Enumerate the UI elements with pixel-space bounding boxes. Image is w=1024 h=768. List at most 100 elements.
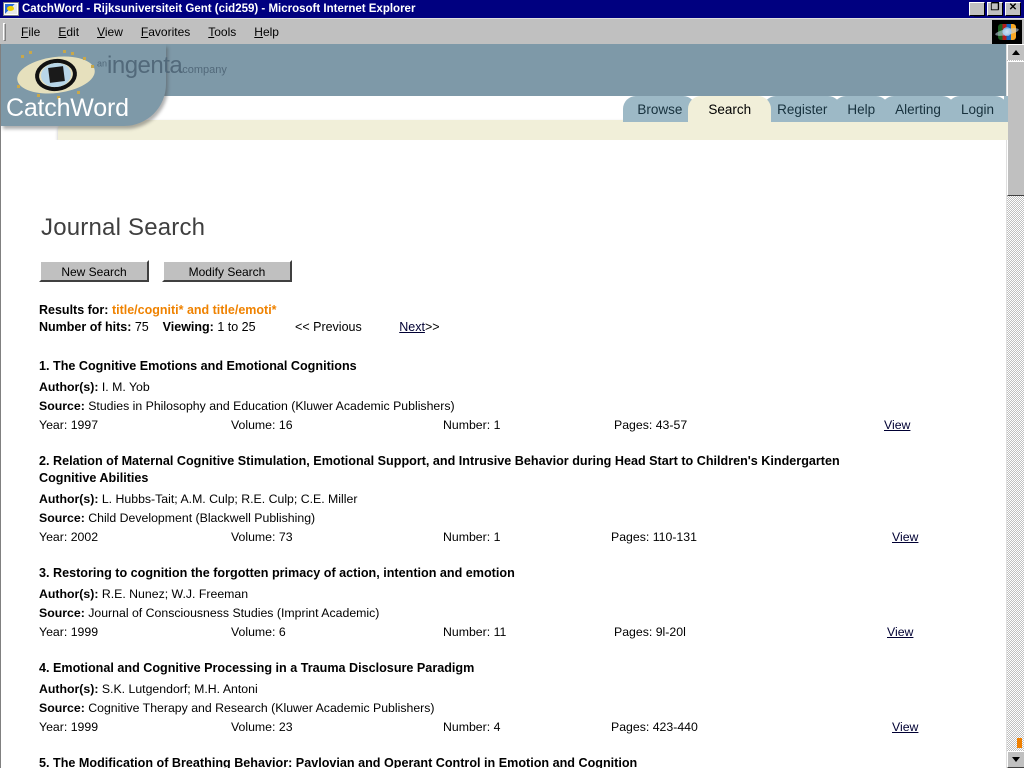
window-title-bar: CatchWord - Rijksuniversiteit Gent (cid2… [0, 0, 1024, 18]
results-query-line: Results for: title/cogniti* and title/em… [39, 302, 1008, 319]
menu-drag-grip[interactable] [3, 22, 6, 41]
site-banner: Browse Search Register Help Alerting Log… [1, 44, 1008, 140]
result-meta-row: Year: 2002 Volume: 73 Number: 1 Pages: 1… [39, 530, 1008, 547]
results-for-label: Results for: [39, 303, 109, 317]
pages-value: 9l-20l [655, 625, 686, 639]
volume-value: 6 [278, 625, 286, 639]
result-pages: Pages: 110-131 [611, 530, 697, 544]
result-year: Year: 1999 [39, 720, 98, 734]
app-icon [3, 2, 19, 16]
page-viewport: Browse Search Register Help Alerting Log… [0, 44, 1024, 768]
tab-alerting[interactable]: Alerting [881, 96, 955, 122]
result-item: 4. Emotional and Cognitive Processing in… [39, 660, 1008, 737]
source-label: Source: [39, 606, 85, 620]
ie-brand-button[interactable] [992, 19, 1022, 44]
tab-browse-label: Browse [637, 101, 683, 117]
tab-login-label: Login [960, 101, 994, 117]
result-number: Number: 1 [443, 530, 500, 544]
volume-label: Volume: [231, 418, 276, 432]
source-value: Cognitive Therapy and Research (Kluwer A… [88, 701, 435, 715]
source-value: Child Development (Blackwell Publishing) [88, 511, 316, 525]
tab-browse[interactable]: Browse [623, 96, 697, 122]
internet-explorer-icon [998, 23, 1016, 40]
viewing-value: 1 to 25 [217, 320, 256, 334]
result-title[interactable]: 1. The Cognitive Emotions and Emotional … [39, 358, 894, 375]
pages-value: 110-131 [652, 530, 697, 544]
menu-item-help[interactable]: Help [245, 23, 288, 41]
view-link[interactable]: View [892, 720, 918, 734]
result-view-link-wrap: View [892, 530, 918, 544]
result-number: Number: 11 [443, 625, 506, 639]
results-query-value: title/cogniti* and title/emoti* [111, 303, 277, 317]
scroll-down-button[interactable] [1007, 751, 1024, 768]
result-item: 5. The Modification of Breathing Behavio… [39, 755, 1008, 768]
page-scrollbar[interactable] [1006, 44, 1024, 768]
authors-value: L. Hubbs-Tait; A.M. Culp; R.E. Culp; C.E… [101, 492, 358, 506]
pages-label: Pages: [611, 720, 650, 734]
window-controls: _ ❐ ✕ [969, 2, 1023, 17]
chevron-up-icon [1012, 50, 1020, 55]
modify-search-button[interactable]: Modify Search [162, 260, 292, 282]
menu-item-view[interactable]: View [88, 23, 132, 41]
view-link[interactable]: View [887, 625, 913, 639]
result-title[interactable]: 4. Emotional and Cognitive Processing in… [39, 660, 894, 677]
tab-help-label: Help [847, 101, 876, 117]
year-value: 1997 [70, 418, 99, 432]
result-title[interactable]: 3. Restoring to cognition the forgotten … [39, 565, 894, 582]
scrollbar-thumb[interactable] [1007, 61, 1024, 196]
result-title[interactable]: 5. The Modification of Breathing Behavio… [39, 755, 894, 768]
tab-search-label: Search [708, 101, 752, 117]
window-title: CatchWord - Rijksuniversiteit Gent (cid2… [22, 3, 416, 15]
maximize-button[interactable]: ❐ [987, 2, 1003, 16]
pages-value: 43-57 [655, 418, 688, 432]
pages-label: Pages: [614, 418, 653, 432]
result-year: Year: 1997 [39, 418, 98, 432]
tab-login[interactable]: Login [946, 96, 1008, 122]
pages-value: 423-440 [652, 720, 698, 734]
number-label: Number: [443, 530, 491, 544]
authors-value: R.E. Nunez; W.J. Freeman [101, 587, 249, 601]
view-link[interactable]: View [892, 530, 918, 544]
result-authors: Author(s): L. Hubbs-Tait; A.M. Culp; R.E… [39, 492, 1008, 506]
result-view-link-wrap: View [887, 625, 913, 639]
authors-value: I. M. Yob [101, 380, 150, 394]
result-meta-row: Year: 1997 Volume: 16 Number: 1 Pages: 4… [39, 418, 1008, 435]
result-authors: Author(s): I. M. Yob [39, 380, 1008, 394]
number-value: 4 [493, 720, 501, 734]
menu-item-tools[interactable]: Tools [199, 23, 245, 41]
next-page-arrows: >> [424, 320, 440, 334]
menu-item-edit[interactable]: Edit [49, 23, 88, 41]
new-search-button[interactable]: New Search [39, 260, 149, 282]
result-meta-row: Year: 1999 Volume: 23 Number: 4 Pages: 4… [39, 720, 1008, 737]
menu-item-favorites[interactable]: Favorites [132, 23, 199, 41]
close-button[interactable]: ✕ [1005, 2, 1021, 16]
search-action-buttons: New Search Modify Search [39, 260, 1008, 282]
tab-search[interactable]: Search [688, 96, 772, 122]
result-pages: Pages: 423-440 [611, 720, 698, 734]
view-link[interactable]: View [884, 418, 910, 432]
minimize-button[interactable]: _ [969, 2, 985, 17]
result-title[interactable]: 2. Relation of Maternal Cognitive Stimul… [39, 453, 894, 487]
result-number: Number: 1 [443, 418, 500, 432]
previous-page-link: << Previous [295, 320, 362, 334]
result-meta-row: Year: 1999 Volume: 6 Number: 11 Pages: 9… [39, 625, 1008, 642]
result-pages: Pages: 9l-20l [614, 625, 686, 639]
year-label: Year: [39, 530, 68, 544]
menu-item-file[interactable]: File [12, 23, 49, 41]
tab-register-label: Register [777, 101, 828, 117]
result-pages: Pages: 43-57 [614, 418, 687, 432]
page-title: Journal Search [41, 214, 206, 241]
next-page-link[interactable]: Next [399, 320, 425, 334]
ingenta-an-label: an [97, 58, 108, 69]
authors-label: Author(s): [39, 380, 99, 394]
result-authors: Author(s): R.E. Nunez; W.J. Freeman [39, 587, 1008, 601]
volume-label: Volume: [231, 720, 276, 734]
ingenta-name-label: ingenta [107, 52, 183, 79]
authors-label: Author(s): [39, 587, 99, 601]
result-year: Year: 1999 [39, 625, 98, 639]
tab-register[interactable]: Register [763, 96, 842, 122]
source-value: Studies in Philosophy and Education (Klu… [88, 399, 455, 413]
year-value: 2002 [70, 530, 99, 544]
year-value: 1999 [70, 720, 99, 734]
scroll-up-button[interactable] [1007, 44, 1024, 61]
